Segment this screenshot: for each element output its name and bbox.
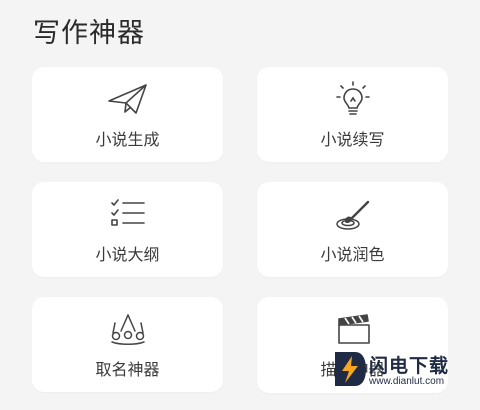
checklist-icon — [106, 194, 150, 234]
tool-card-novel-polish[interactable]: 小说润色 — [257, 182, 448, 277]
watermark-url: www.dianlut.com — [369, 376, 445, 387]
tool-label: 取名神器 — [95, 360, 160, 379]
watermark-name: 闪电下载 — [369, 355, 450, 377]
tool-card-novel-outline[interactable]: 小说大纲 — [32, 182, 223, 277]
lightning-logo-icon — [333, 350, 367, 388]
tool-card-novel-generate[interactable]: 小说生成 — [32, 67, 223, 162]
tool-label: 小说生成 — [95, 130, 160, 149]
tool-card-novel-continue[interactable]: 小说续写 — [257, 67, 448, 162]
brush-palette-icon — [331, 194, 375, 234]
crown-icon — [106, 309, 150, 349]
lightbulb-icon — [331, 79, 375, 119]
watermark: 闪电下载 www.dianlut.com — [333, 350, 463, 394]
tool-card-naming[interactable]: 取名神器 — [32, 297, 223, 392]
tool-label: 小说续写 — [320, 130, 385, 149]
page-title: 写作神器 — [33, 18, 145, 49]
paper-plane-icon — [106, 79, 150, 119]
tool-label: 小说大纲 — [95, 245, 160, 264]
tool-label: 小说润色 — [320, 245, 385, 264]
clapperboard-icon — [331, 309, 375, 349]
